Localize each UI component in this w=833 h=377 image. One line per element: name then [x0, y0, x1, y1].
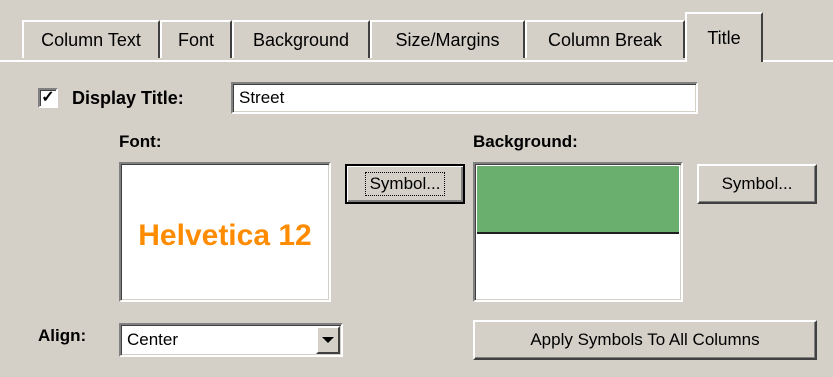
background-preview: [473, 162, 683, 302]
display-title-label: Display Title:: [72, 88, 184, 108]
font-preview: Helvetica 12: [119, 162, 331, 302]
align-label: Align:: [38, 326, 87, 345]
font-sample-text: Helvetica 12: [138, 219, 312, 252]
background-label: Background:: [473, 132, 578, 151]
font-symbol-button-label: Symbol...: [364, 172, 446, 196]
align-select[interactable]: Center: [119, 323, 343, 357]
background-color-swatch: [477, 166, 679, 234]
apply-symbols-button[interactable]: Apply Symbols To All Columns: [473, 320, 817, 360]
tab-font[interactable]: Font: [160, 20, 232, 58]
tab-background[interactable]: Background: [232, 20, 370, 58]
dropdown-arrow-icon[interactable]: [316, 326, 340, 354]
align-select-value: Center: [127, 330, 179, 349]
tab-strip: Column Text Font Background Size/Margins…: [0, 0, 833, 62]
background-symbol-button[interactable]: Symbol...: [697, 164, 817, 204]
tab-title[interactable]: Title: [685, 12, 763, 62]
title-text-input[interactable]: Street: [231, 82, 698, 114]
font-label: Font:: [119, 132, 162, 151]
display-title-checkbox[interactable]: ✓: [38, 88, 58, 108]
font-symbol-button[interactable]: Symbol...: [345, 164, 465, 204]
tab-size-margins[interactable]: Size/Margins: [370, 20, 525, 58]
tab-column-break[interactable]: Column Break: [525, 20, 685, 58]
tab-column-text[interactable]: Column Text: [22, 20, 160, 58]
